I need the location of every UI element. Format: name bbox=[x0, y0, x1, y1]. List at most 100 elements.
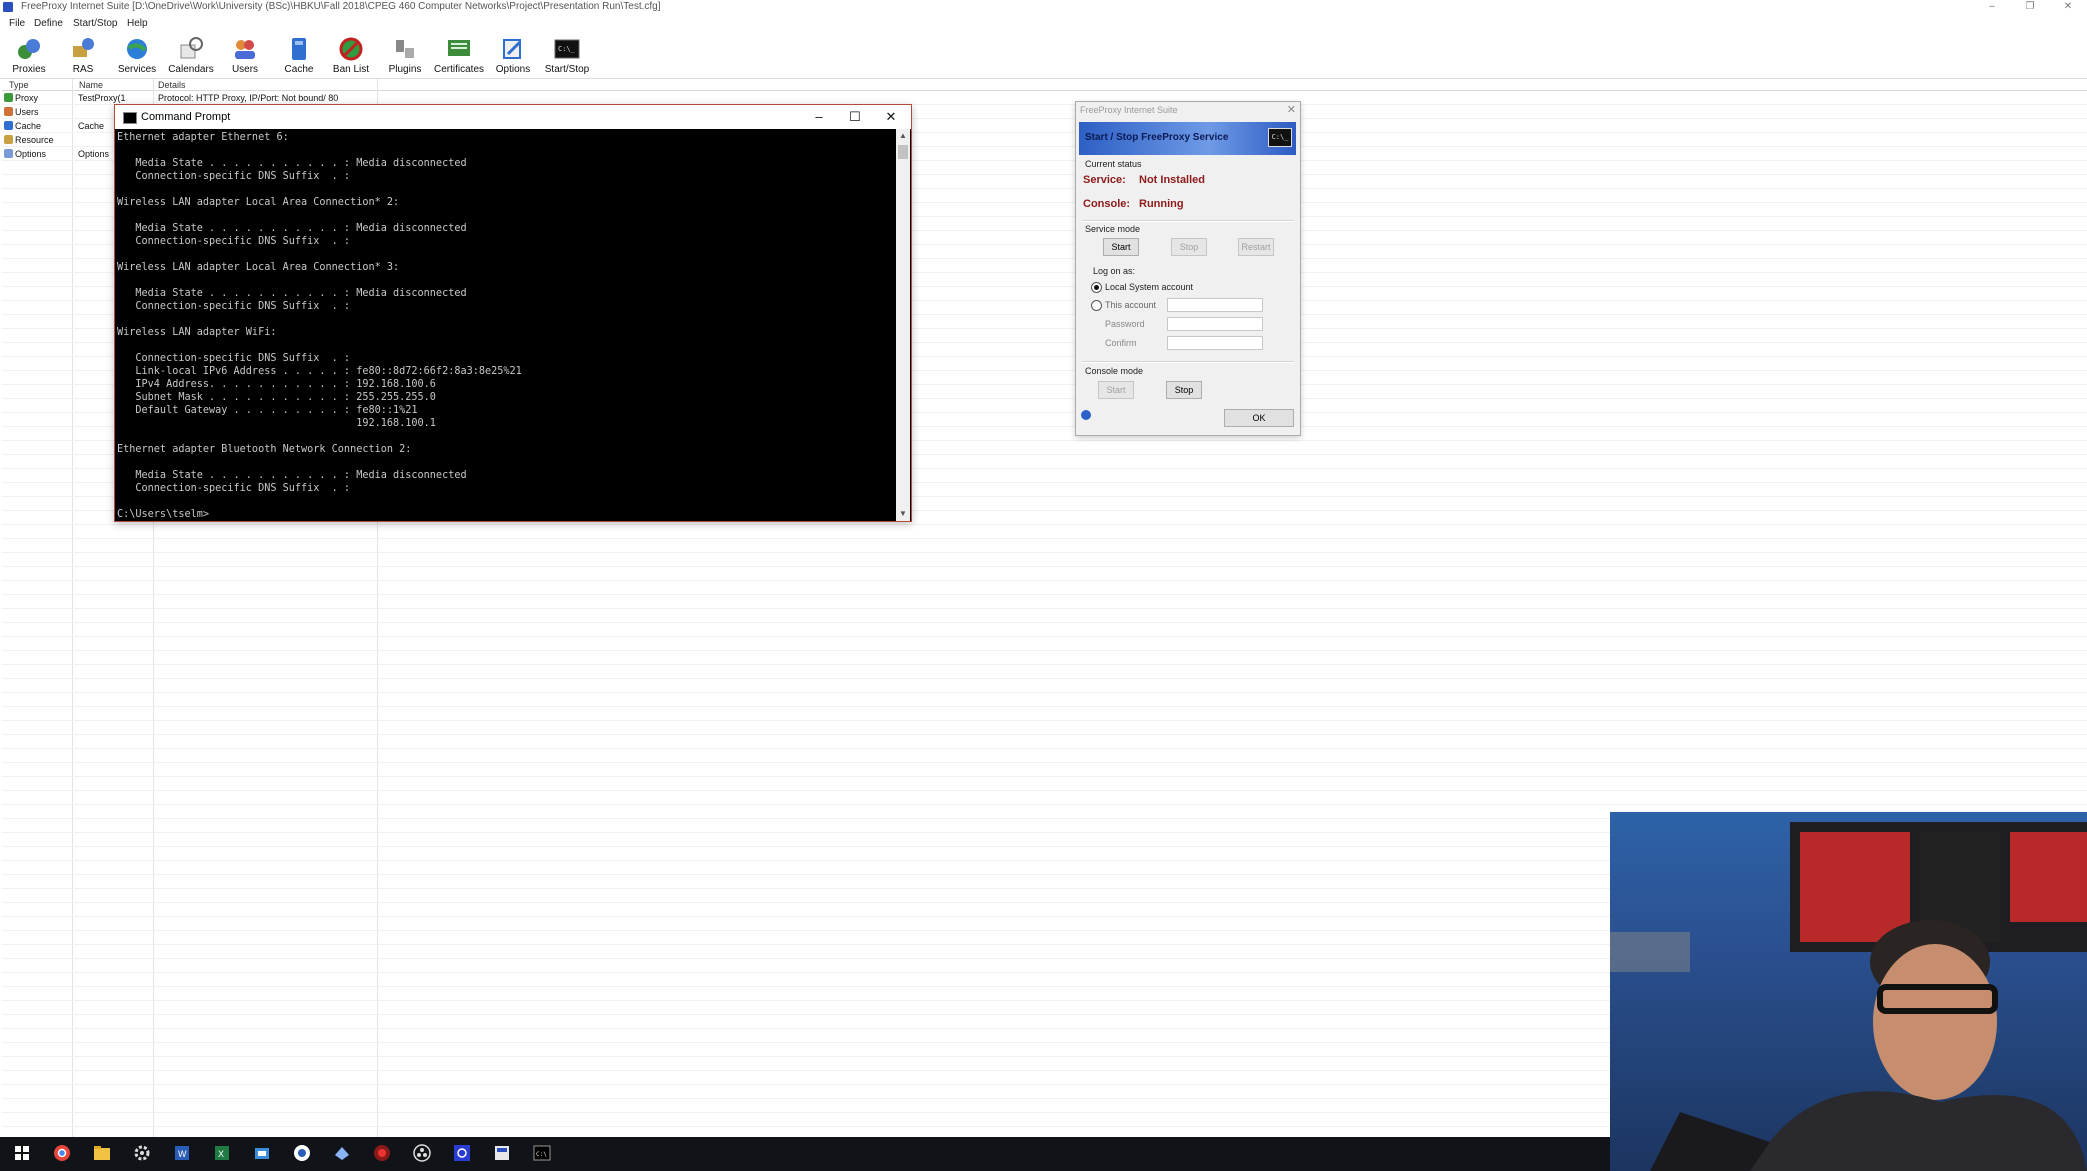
tree-item-users[interactable]: Users bbox=[4, 107, 39, 117]
grid-row-line bbox=[2, 552, 2087, 553]
toolbar-options-button[interactable]: Options bbox=[487, 34, 539, 78]
row-name-cell[interactable]: Options bbox=[78, 149, 109, 159]
grid-row-line bbox=[2, 678, 2087, 679]
toolbar-cache-button[interactable]: Cache bbox=[273, 34, 325, 78]
grid-row-line bbox=[2, 720, 2087, 721]
toolbar-start-stop-button[interactable]: C:\_ Start/Stop bbox=[541, 34, 593, 78]
service-restart-button[interactable]: Restart bbox=[1238, 238, 1274, 256]
store-icon[interactable] bbox=[252, 1143, 272, 1163]
app-titlebar: FreeProxy Internet Suite [D:\OneDrive\Wo… bbox=[0, 0, 2087, 14]
confirm-field[interactable] bbox=[1167, 336, 1263, 350]
restore-button[interactable]: ❐ bbox=[2015, 0, 2045, 14]
proxy-icon bbox=[4, 93, 13, 102]
scroll-thumb[interactable] bbox=[898, 145, 908, 159]
row-name-cell[interactable]: TestProxy(1 bbox=[78, 93, 126, 103]
grid-row-line bbox=[2, 524, 2087, 525]
tree-item-resource[interactable]: Resource bbox=[4, 135, 54, 145]
row-name-cell[interactable]: Cache bbox=[78, 121, 104, 131]
cmd-scrollbar[interactable]: ▲ ▼ bbox=[896, 129, 910, 521]
windows-start-icon[interactable] bbox=[12, 1143, 32, 1163]
this-account-radio[interactable] bbox=[1091, 300, 1102, 311]
browser-icon[interactable] bbox=[292, 1143, 312, 1163]
chrome-icon[interactable] bbox=[52, 1143, 72, 1163]
plugins-icon bbox=[396, 40, 414, 58]
settings-icon[interactable] bbox=[132, 1143, 152, 1163]
grid-row-line bbox=[2, 790, 2087, 791]
command-prompt-icon bbox=[123, 112, 137, 124]
grid-row-line bbox=[2, 538, 2087, 539]
toolbar-ras-button[interactable]: RAS bbox=[57, 34, 109, 78]
tree-item-cache[interactable]: Cache bbox=[4, 121, 41, 131]
scroll-up-arrow-icon[interactable]: ▲ bbox=[896, 129, 910, 143]
grid-row-line bbox=[2, 650, 2087, 651]
toolbar-users-button[interactable]: Users bbox=[219, 34, 271, 78]
menu-define[interactable]: Define bbox=[34, 18, 63, 29]
svg-text:X: X bbox=[218, 1149, 224, 1159]
cmd-titlebar[interactable]: Command Prompt – ☐ ✕ bbox=[115, 105, 911, 129]
password-label: Password bbox=[1105, 319, 1145, 329]
toolbar-certificates-button[interactable]: Certificates bbox=[433, 34, 485, 78]
steam-icon[interactable] bbox=[332, 1143, 352, 1163]
scroll-down-arrow-icon[interactable]: ▼ bbox=[896, 507, 910, 521]
service-start-button[interactable]: Start bbox=[1103, 238, 1139, 256]
toolbar-services-button[interactable]: Services bbox=[111, 34, 163, 78]
console-stop-button[interactable]: Stop bbox=[1166, 381, 1202, 399]
start-stop-icon: C:\_ bbox=[554, 39, 580, 59]
start-stop-dialog[interactable]: FreeProxy Internet Suite ✕ Start / Stop … bbox=[1075, 101, 1301, 436]
column-details[interactable]: Details bbox=[158, 80, 186, 90]
help-icon[interactable] bbox=[1081, 410, 1091, 420]
grid-row-line bbox=[2, 748, 2087, 749]
this-account-label: This account bbox=[1105, 300, 1157, 310]
ok-button[interactable]: OK bbox=[1224, 409, 1294, 427]
local-system-radio[interactable] bbox=[1091, 282, 1102, 293]
excel-icon[interactable]: X bbox=[212, 1143, 232, 1163]
file-explorer-icon[interactable] bbox=[92, 1143, 112, 1163]
obs-icon[interactable] bbox=[412, 1143, 432, 1163]
dialog-banner: Start / Stop FreeProxy Service C:\_ bbox=[1079, 122, 1296, 155]
tree-item-options[interactable]: Options bbox=[4, 149, 46, 159]
network-app-icon[interactable] bbox=[452, 1143, 472, 1163]
column-type[interactable]: Type bbox=[9, 80, 29, 90]
menu-help[interactable]: Help bbox=[127, 18, 148, 29]
ras-icon bbox=[73, 38, 94, 57]
console-start-button[interactable]: Start bbox=[1098, 381, 1134, 399]
menu-start-stop[interactable]: Start/Stop bbox=[73, 18, 117, 29]
password-field[interactable] bbox=[1167, 317, 1263, 331]
grid-row-line bbox=[2, 636, 2087, 637]
dialog-close-button[interactable]: ✕ bbox=[1287, 103, 1296, 116]
toolbar-plugins-button[interactable]: Plugins bbox=[379, 34, 431, 78]
ban-list-icon bbox=[339, 37, 363, 61]
grid-row-line bbox=[2, 692, 2087, 693]
row-details-cell[interactable]: Protocol: HTTP Proxy, IP/Port: Not bound… bbox=[158, 93, 338, 103]
tree-item-proxy[interactable]: Proxy bbox=[4, 93, 38, 103]
toolbar-ban-list-button[interactable]: Ban List bbox=[325, 34, 377, 78]
grid-row-line bbox=[2, 734, 2087, 735]
account-field[interactable] bbox=[1167, 298, 1263, 312]
webcam-video-frame bbox=[1610, 822, 2087, 1171]
record-icon[interactable] bbox=[372, 1143, 392, 1163]
freeproxy-app-icon bbox=[3, 2, 13, 12]
cmd-minimize-button[interactable]: – bbox=[801, 107, 837, 127]
cmd-close-button[interactable]: ✕ bbox=[873, 107, 909, 127]
toolbar-proxies-button[interactable]: Proxies bbox=[3, 34, 55, 78]
minimize-button[interactable]: – bbox=[1977, 0, 2007, 14]
menu-file[interactable]: File bbox=[9, 18, 25, 29]
cmd-maximize-button[interactable]: ☐ bbox=[837, 107, 873, 127]
service-stop-button[interactable]: Stop bbox=[1171, 238, 1207, 256]
options-icon bbox=[503, 39, 522, 59]
local-system-label: Local System account bbox=[1105, 282, 1194, 292]
users-icon bbox=[235, 40, 255, 59]
toolbar-calendars-button[interactable]: Calendars bbox=[165, 34, 217, 78]
freeproxy-icon[interactable] bbox=[492, 1143, 512, 1163]
cmd-console[interactable]: Ethernet adapter Ethernet 6: Media State… bbox=[115, 129, 896, 521]
close-button[interactable]: ✕ bbox=[2053, 0, 2083, 14]
word-icon[interactable]: W bbox=[172, 1143, 192, 1163]
console-status-label: Console: bbox=[1083, 198, 1131, 210]
log-on-as-label: Log on as: bbox=[1093, 266, 1136, 276]
command-prompt-icon[interactable]: C:\ bbox=[532, 1143, 552, 1163]
column-name[interactable]: Name bbox=[79, 80, 103, 90]
grid-row-line bbox=[2, 608, 2087, 609]
users-icon bbox=[4, 107, 13, 116]
command-prompt-window[interactable]: Command Prompt – ☐ ✕ Ethernet adapter Et… bbox=[114, 104, 912, 522]
cmd-title: Command Prompt bbox=[141, 111, 231, 123]
